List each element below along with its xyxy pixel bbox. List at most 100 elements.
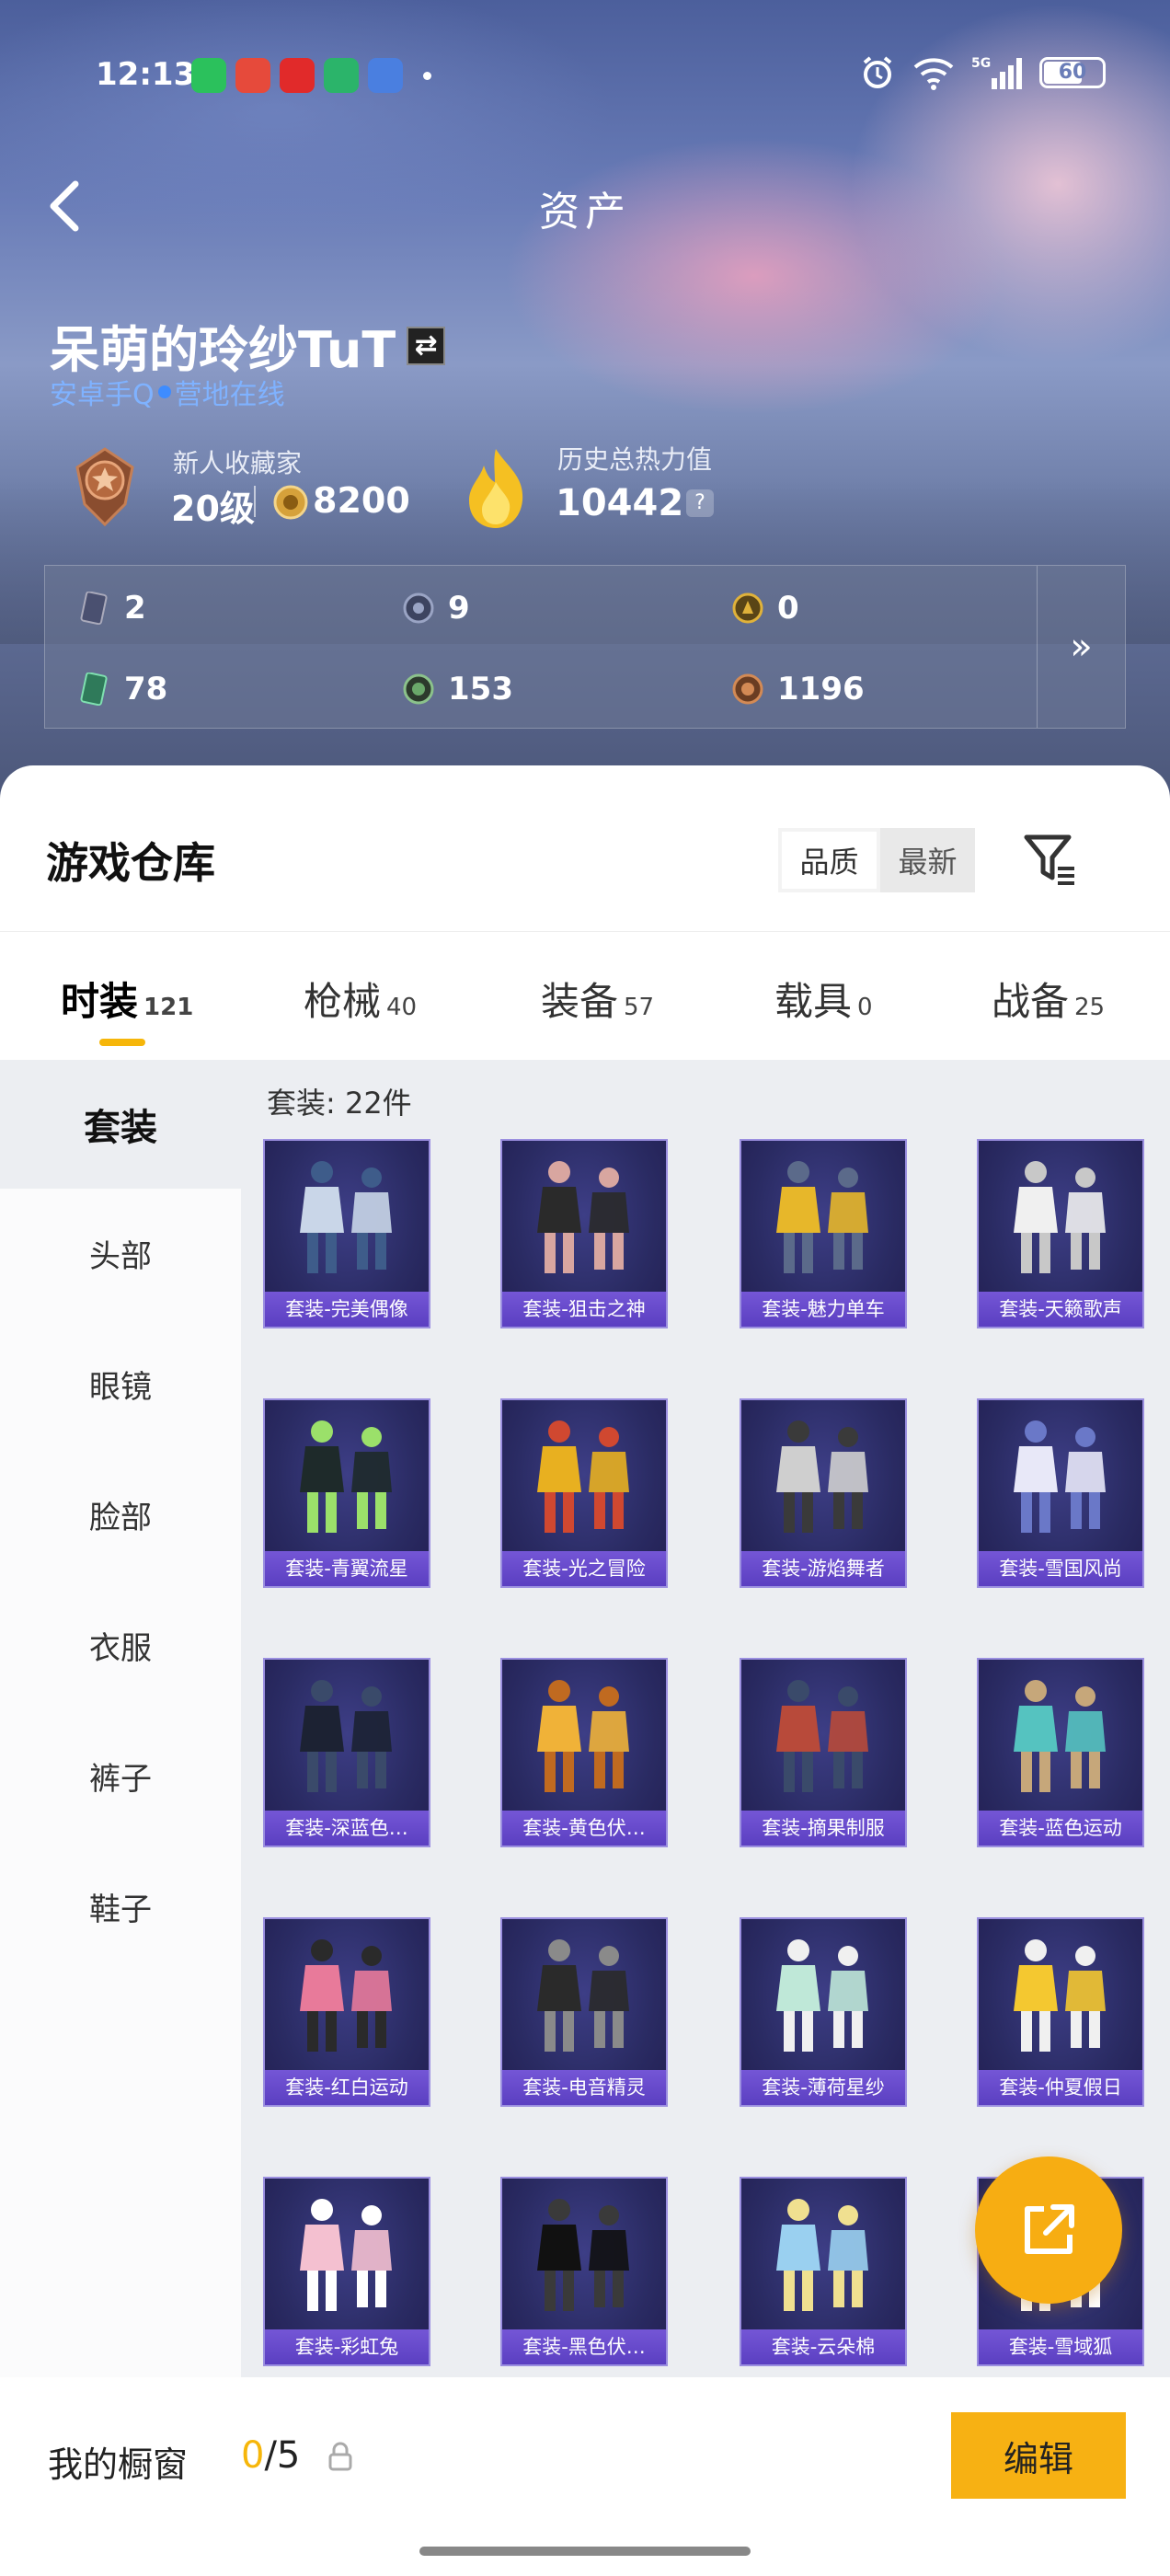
player-level: 20级: [171, 489, 255, 529]
outfit-card[interactable]: 套装-魅力单车: [740, 1139, 907, 1328]
tab-count: 57: [624, 994, 655, 1021]
switch-account-button[interactable]: ⇄: [407, 326, 446, 365]
stat-value: 2: [124, 590, 146, 627]
outfit-image: [776, 2199, 868, 2311]
showcase-label: 我的橱窗: [48, 2444, 189, 2485]
sidebar-item-clothes[interactable]: 衣服: [0, 1581, 241, 1709]
outfit-name: 套装-红白运动: [265, 2070, 429, 2105]
sidebar-item-head[interactable]: 头部: [0, 1189, 241, 1317]
outfit-name: 套装-电音精灵: [502, 2070, 666, 2105]
outfit-name: 套装-魅力单车: [741, 1292, 905, 1327]
outfit-name: 套装-仲夏假日: [979, 2070, 1142, 2105]
outfit-name: 套装-游焰舞者: [741, 1551, 905, 1586]
system-icons: 5G 60: [859, 54, 1106, 91]
green-coin-icon: [403, 673, 434, 705]
showcase-current: 0: [241, 2434, 265, 2477]
tab-count: 40: [386, 994, 418, 1021]
sort-by-quality-button[interactable]: 品质: [782, 832, 877, 889]
outfit-image: [1014, 1680, 1106, 1792]
heat-value: 10442: [556, 482, 684, 524]
tab-count: 25: [1074, 994, 1106, 1021]
sidebar-item-glasses[interactable]: 眼镜: [0, 1319, 241, 1448]
outfit-card[interactable]: 套装-仲夏假日: [977, 1917, 1144, 2107]
oppo-store-icon: [324, 58, 359, 93]
tab-battle-gear[interactable]: 战备 25: [992, 971, 1105, 1027]
outfit-name: 套装-薄荷星纱: [741, 2070, 905, 2105]
outfit-card[interactable]: 套装-摘果制服: [740, 1658, 907, 1847]
outfit-card[interactable]: 套装-青翼流星: [263, 1398, 430, 1588]
outfit-card[interactable]: 套装-光之冒险: [500, 1398, 668, 1588]
outfit-card[interactable]: 套装-黄色伏…: [500, 1658, 668, 1847]
outfit-card[interactable]: 套装-云朵棉: [740, 2177, 907, 2366]
outfit-name: 套装-彩虹兔: [265, 2329, 429, 2364]
outfit-name: 套装-深蓝色…: [265, 1811, 429, 1846]
currency-panel: 2 9 0 78 153 1196 »: [44, 565, 1126, 729]
external-link-icon: [1025, 2204, 1074, 2254]
sidebar-item-face[interactable]: 脸部: [0, 1450, 241, 1579]
outfit-name: 套装-云朵棉: [741, 2329, 905, 2364]
subcategory-sidebar: 套装 头部 眼镜 脸部 衣服 裤子 鞋子: [0, 1060, 241, 2576]
outfit-card[interactable]: 套装-完美偶像: [263, 1139, 430, 1328]
tab-label: 载具: [774, 979, 853, 1024]
lock-icon: [328, 2442, 352, 2471]
outfit-name: 套装-青翼流星: [265, 1551, 429, 1586]
more-notifications-dot: [423, 71, 431, 80]
outfit-image: [776, 1161, 868, 1273]
outfit-image: [537, 1420, 629, 1533]
outfit-card[interactable]: 套装-蓝色运动: [977, 1658, 1144, 1847]
gold-coin-icon: [732, 592, 763, 624]
outfit-card[interactable]: 套装-红白运动: [263, 1917, 430, 2107]
showcase-count: 0/5: [241, 2434, 300, 2477]
help-icon[interactable]: ?: [686, 489, 714, 517]
stats-more-button[interactable]: »: [1037, 566, 1125, 728]
outfit-card[interactable]: 套装-深蓝色…: [263, 1658, 430, 1847]
tab-vehicles[interactable]: 载具 0: [774, 971, 873, 1027]
suit-count: 套装: 22件: [267, 1086, 412, 1121]
outfit-card[interactable]: 套装-狙击之神: [500, 1139, 668, 1328]
game-warehouse-card: 游戏仓库 品质 最新 时装121 枪械40 装备57 载具0 战备25: [0, 765, 1170, 2576]
sidebar-item-pants[interactable]: 裤子: [0, 1711, 241, 1840]
notification-icons: [191, 58, 431, 93]
signal-icon: 5G: [971, 56, 1022, 89]
outfit-image: [300, 2199, 392, 2311]
outfit-image: [300, 1939, 392, 2052]
stat-green-coins: 153: [402, 671, 513, 707]
tab-guns[interactable]: 枪械 40: [304, 971, 417, 1027]
sort-toggle: 品质 最新: [778, 828, 975, 892]
stat-value: 1196: [777, 671, 865, 707]
tab-label: 战备: [992, 979, 1070, 1024]
stat-gold-coins: 0: [731, 590, 799, 627]
outfit-image: [1014, 1420, 1106, 1533]
outfit-card[interactable]: 套装-黑色伏…: [500, 2177, 668, 2366]
outfit-card[interactable]: 套装-彩虹兔: [263, 2177, 430, 2366]
stat-value: 153: [448, 671, 513, 707]
outfit-card[interactable]: 套装-游焰舞者: [740, 1398, 907, 1588]
sort-by-latest-button[interactable]: 最新: [880, 828, 975, 892]
category-tabs: 时装 121 枪械 40 装备 57 载具 0 战备 25: [0, 931, 1170, 1060]
divider: [254, 486, 256, 517]
stat-tickets: 78: [78, 671, 167, 707]
filter-button[interactable]: [1021, 830, 1080, 889]
outfit-card[interactable]: 套装-薄荷星纱: [740, 1917, 907, 2107]
tab-fashion[interactable]: 时装 121: [61, 971, 193, 1027]
home-indicator[interactable]: [419, 2547, 751, 2556]
stat-cards: 2: [78, 590, 146, 627]
sidebar-item-shoes[interactable]: 鞋子: [0, 1842, 241, 1971]
tab-equipment[interactable]: 装备 57: [541, 971, 654, 1027]
sidebar-item-suits[interactable]: 套装: [0, 1060, 241, 1189]
stat-value: 0: [777, 590, 799, 627]
game-app-icon: [368, 58, 403, 93]
rank-medal-icon: [75, 447, 134, 527]
bronze-coin-icon: [732, 673, 763, 705]
outfit-card[interactable]: 套装-天籁歌声: [977, 1139, 1144, 1328]
share-button[interactable]: [975, 2156, 1122, 2304]
edit-showcase-button[interactable]: 编辑: [951, 2412, 1126, 2499]
tab-label: 枪械: [304, 979, 382, 1024]
outfit-card[interactable]: 套装-雪国风尚: [977, 1398, 1144, 1588]
outfit-image: [537, 1680, 629, 1792]
outfit-image: [300, 1161, 392, 1273]
warehouse-content: 套装 头部 眼镜 脸部 衣服 裤子 鞋子 套装: 22件 套装-完美偶像 套装-狙…: [0, 1060, 1170, 2576]
outfit-card[interactable]: 套装-电音精灵: [500, 1917, 668, 2107]
outfit-image: [300, 1420, 392, 1533]
outfit-image: [776, 1680, 868, 1792]
